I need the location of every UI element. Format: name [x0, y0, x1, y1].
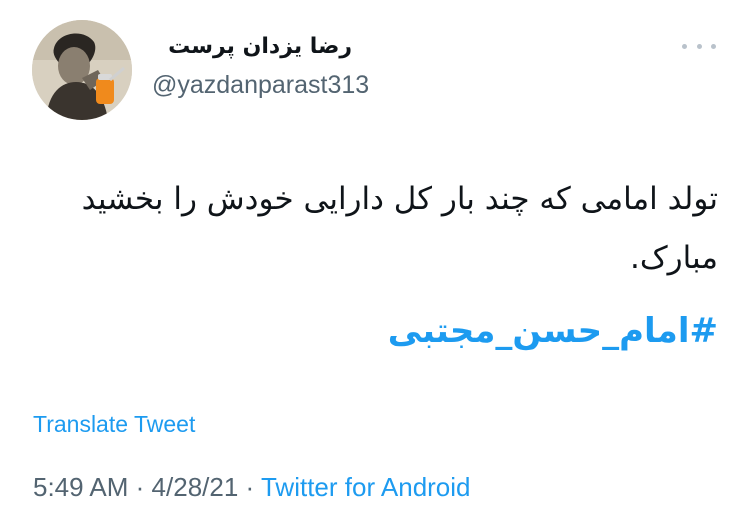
tweet-card: رضا یزدان پرست @yazdanparast313 تولد اما… [0, 0, 748, 525]
more-dot [696, 43, 702, 49]
avatar-photo-icon [32, 20, 132, 120]
meta-separator: · [135, 472, 145, 502]
tweet-date[interactable]: 4/28/21 [152, 472, 239, 502]
tweet-meta: 5:49 AM · 4/28/21 · Twitter for Android [33, 471, 471, 503]
hashtag-link[interactable]: #امام_حسن_مجتبی [340, 306, 718, 356]
more-horizontal-icon[interactable] [682, 38, 716, 54]
translate-tweet-link[interactable]: Translate Tweet [33, 409, 195, 439]
avatar[interactable] [32, 20, 132, 120]
tweet-time[interactable]: 5:49 AM [33, 472, 128, 502]
tweet-text: تولد امامی که چند بار کل دارایی خودش را … [81, 181, 718, 276]
more-dot [711, 43, 716, 49]
more-dot [682, 43, 687, 49]
tweet-source-link[interactable]: Twitter for Android [261, 472, 471, 502]
author-handle[interactable]: @yazdanparast313 [152, 70, 369, 100]
meta-separator: · [245, 472, 255, 502]
author-display-name[interactable]: رضا یزدان پرست [152, 33, 352, 61]
